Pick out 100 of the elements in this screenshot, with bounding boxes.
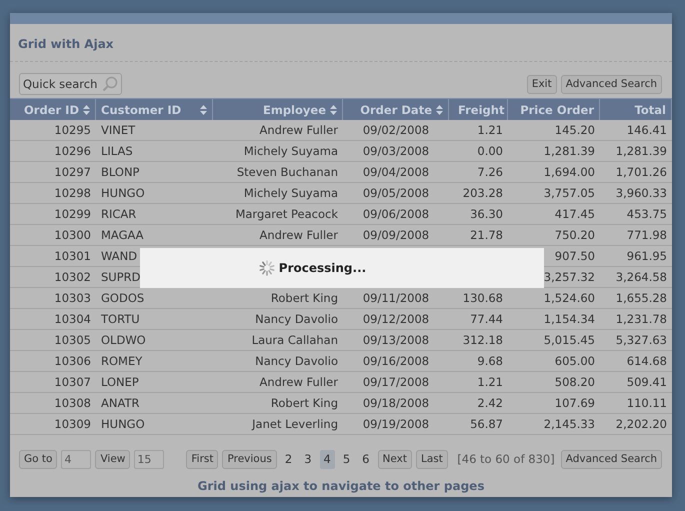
sort-icon[interactable] bbox=[436, 104, 443, 114]
column-header[interactable]: Total bbox=[600, 99, 672, 120]
table-cell-text: 10297 bbox=[53, 164, 92, 181]
page-link[interactable]: 6 bbox=[358, 450, 374, 468]
column-header[interactable]: Order Date bbox=[343, 99, 449, 120]
table-cell-text: 10309 bbox=[53, 416, 92, 433]
sort-icon[interactable] bbox=[83, 104, 90, 114]
table-cell-text: Andrew Fuller bbox=[258, 227, 339, 244]
table-cell-text: 2.42 bbox=[476, 395, 504, 412]
table-cell-text: 09/13/2008 bbox=[362, 332, 430, 349]
table-cell-text: Nancy Davolio bbox=[254, 353, 339, 370]
table-cell-text: WAND bbox=[100, 248, 138, 265]
view-button[interactable]: View bbox=[95, 450, 130, 468]
processing-label: Processing... bbox=[278, 261, 366, 275]
table-cell-text: 09/19/2008 bbox=[362, 416, 430, 433]
goto-button[interactable]: Go to bbox=[19, 450, 58, 468]
table-cell-text: 130.68 bbox=[462, 290, 504, 307]
page-link[interactable]: 2 bbox=[280, 450, 296, 468]
table-cell-text: 09/05/2008 bbox=[362, 185, 430, 202]
spinner-icon bbox=[258, 259, 276, 277]
page-link[interactable]: 5 bbox=[338, 450, 354, 468]
table-cell-text: 09/16/2008 bbox=[362, 353, 430, 370]
table-cell-text: 10306 bbox=[53, 353, 92, 370]
table-cell-text: 3,264.58 bbox=[614, 269, 668, 286]
table-cell-text: 907.50 bbox=[554, 248, 596, 265]
sort-icon[interactable] bbox=[330, 104, 337, 114]
table-cell-text: TORTU bbox=[100, 311, 141, 328]
table-cell-text: 10305 bbox=[53, 332, 92, 349]
table-cell-text: Andrew Fuller bbox=[258, 122, 339, 139]
table-cell-text: Janet Leverling bbox=[250, 416, 339, 433]
record-range: [46 to 60 of 830] bbox=[457, 452, 555, 466]
table-cell-text: 146.41 bbox=[626, 122, 668, 139]
table-cell-text: 5,015.45 bbox=[542, 332, 596, 349]
table-cell-text: 56.87 bbox=[469, 416, 504, 433]
table-cell-text: 961.95 bbox=[626, 248, 668, 265]
panel-title: Grid with Ajax bbox=[10, 24, 672, 62]
last-button[interactable]: Last bbox=[416, 450, 448, 468]
table-cell-text: Robert King bbox=[270, 290, 339, 307]
table-cell-text: Steven Buchanan bbox=[236, 164, 339, 181]
table-cell-text: 3,960.33 bbox=[614, 185, 668, 202]
table-cell-text: 1,154.34 bbox=[542, 311, 596, 328]
table-cell-text: 10298 bbox=[53, 185, 92, 202]
table-cell-text: 10295 bbox=[53, 122, 92, 139]
table-cell-text: 5,327.63 bbox=[614, 332, 668, 349]
table-cell-text: 09/03/2008 bbox=[362, 143, 430, 160]
table-cell-text: 453.75 bbox=[626, 206, 668, 223]
table-cell-text: 771.98 bbox=[626, 227, 668, 244]
advanced-search-button[interactable]: Advanced Search bbox=[560, 450, 662, 468]
table-cell-text: ANATR bbox=[100, 395, 140, 412]
table-cell-text: 1,655.28 bbox=[614, 290, 668, 307]
page-field[interactable]: 4 bbox=[61, 450, 92, 468]
table-cell-text: 145.20 bbox=[554, 122, 596, 139]
table-cell-text: 1.21 bbox=[476, 374, 504, 391]
table-cell-text: 1,231.78 bbox=[614, 311, 668, 328]
table-cell-text: 21.78 bbox=[469, 227, 504, 244]
table-cell-text: 10296 bbox=[53, 143, 92, 160]
table-cell-text: 1,701.26 bbox=[614, 164, 668, 181]
table-cell-text: 2,202.20 bbox=[614, 416, 668, 433]
table-cell-text: 3,757.05 bbox=[542, 185, 596, 202]
table-cell-text: HUNGO bbox=[100, 416, 146, 433]
page-link[interactable]: 4 bbox=[320, 450, 335, 468]
table-cell-text: 10308 bbox=[53, 395, 92, 412]
table-cell-text: 09/11/2008 bbox=[362, 290, 430, 307]
table-cell-text: 1.21 bbox=[476, 122, 504, 139]
table-cell-text: 1,281.39 bbox=[542, 143, 596, 160]
column-header[interactable]: Order ID bbox=[10, 99, 96, 120]
column-header[interactable]: Freight bbox=[449, 99, 508, 120]
table-cell-text: 417.45 bbox=[554, 206, 596, 223]
table-cell-text: 312.18 bbox=[462, 332, 504, 349]
sort-icon[interactable] bbox=[200, 104, 207, 114]
first-button[interactable]: First bbox=[186, 450, 218, 468]
table-cell-text: 7.26 bbox=[476, 164, 504, 181]
table-cell-text: 10303 bbox=[53, 290, 92, 307]
previous-button[interactable]: Previous bbox=[222, 450, 277, 468]
table-cell-text: BLONP bbox=[100, 164, 140, 181]
table-cell-text: Margaret Peacock bbox=[234, 206, 339, 223]
table-cell-text: 09/17/2008 bbox=[362, 374, 430, 391]
table-cell-text: 09/09/2008 bbox=[362, 227, 430, 244]
table-cell-text: 509.41 bbox=[626, 374, 668, 391]
toolbar-button[interactable]: Exit bbox=[526, 74, 557, 94]
grid-caption: Grid using ajax to navigate to other pages bbox=[198, 479, 484, 493]
column-header[interactable]: Employee bbox=[213, 99, 343, 120]
table-cell-text: HUNGO bbox=[100, 185, 146, 202]
next-button[interactable]: Next bbox=[378, 450, 412, 468]
table-cell-text: 3,257.32 bbox=[542, 269, 596, 286]
column-header[interactable]: Customer ID bbox=[96, 99, 213, 120]
search-field[interactable]: Quick search bbox=[19, 73, 122, 95]
table-cell-text: 10301 bbox=[53, 248, 92, 265]
table-cell-text: MAGAA bbox=[100, 227, 145, 244]
table-cell-text: Nancy Davolio bbox=[254, 311, 339, 328]
table-cell-text: 09/06/2008 bbox=[362, 206, 430, 223]
toolbar-button[interactable]: Advanced Search bbox=[560, 74, 662, 94]
table-cell-text: Laura Callahan bbox=[250, 332, 339, 349]
table-cell-text: 09/12/2008 bbox=[362, 311, 430, 328]
page-size-field[interactable]: 15 bbox=[134, 450, 164, 468]
page-link[interactable]: 3 bbox=[300, 450, 316, 468]
table-cell-text: 107.69 bbox=[554, 395, 596, 412]
table-cell-text: ROMEY bbox=[100, 353, 144, 370]
table-cell-text: Robert King bbox=[270, 395, 339, 412]
column-header[interactable]: Price Order bbox=[508, 99, 600, 120]
